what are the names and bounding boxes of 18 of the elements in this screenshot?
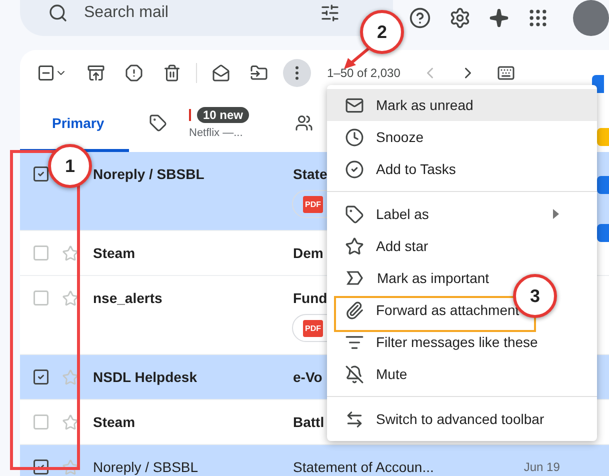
sender-name: Steam bbox=[93, 245, 136, 261]
email-subject: e-Vo bbox=[293, 369, 322, 385]
sender-name: NSDL Helpdesk bbox=[93, 369, 198, 385]
email-subject: Statement of Accoun... bbox=[293, 459, 434, 475]
new-count-badge: 10 new bbox=[197, 106, 250, 122]
email-subject: State bbox=[293, 166, 328, 182]
sender-name: Steam bbox=[93, 414, 136, 430]
sender-name: Noreply / SBSBL bbox=[93, 459, 200, 475]
email-subject: Dem bbox=[293, 245, 324, 261]
pdf-file-icon: PDF bbox=[303, 196, 323, 212]
sender-name: Noreply / SBSBL bbox=[93, 166, 206, 182]
sender-name: nse_alerts bbox=[93, 290, 164, 306]
email-subject: Fund bbox=[293, 290, 328, 306]
email-subject: Battl bbox=[293, 414, 324, 430]
tab-preview: Netflix —... bbox=[189, 126, 244, 138]
pagination-text: 1–50 of 2,030 bbox=[327, 66, 400, 80]
pdf-file-icon: PDF bbox=[303, 320, 323, 336]
email-date: Jun 19 bbox=[524, 460, 560, 474]
